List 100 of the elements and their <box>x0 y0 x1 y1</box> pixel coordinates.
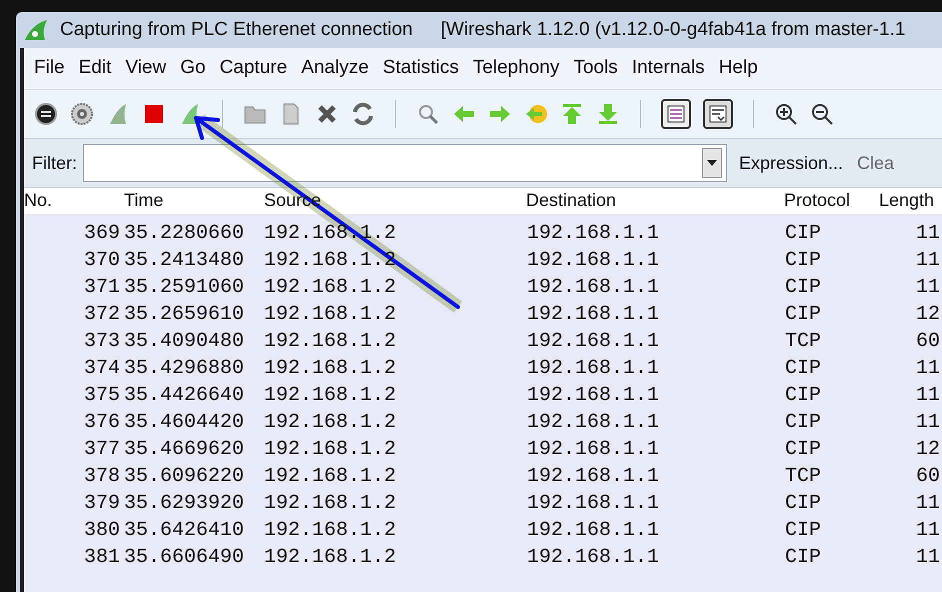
table-cell-text: 372 <box>82 302 121 328</box>
packet-row[interactable]: 376 35.4604420 192.168.1.2 192.168.1.1 CIP 11 <box>24 409 942 436</box>
table-cell-text: 35.4296880 <box>124 356 246 382</box>
menu-item[interactable]: File <box>34 54 65 83</box>
stop-icon[interactable] <box>142 102 166 126</box>
window-subtitle: [Wireshark 1.12.0 (v1.12.0-0-g4fab41a from master-1.1 <box>440 18 906 42</box>
table-cell-text: 369 <box>82 220 121 246</box>
packet-row[interactable]: 374 35.4296880 192.168.1.2 192.168.1.1 CIP 11 <box>24 355 942 382</box>
table-cell-text: CIP <box>785 356 822 382</box>
table-cell-text: CIP <box>785 410 822 436</box>
table-cell-text: 11 <box>914 490 940 516</box>
table-cell-text: 11 <box>914 274 940 300</box>
menu-item[interactable]: Statistics <box>382 54 459 83</box>
table-cell-text: 380 <box>82 518 121 544</box>
table-cell-text: 35.2591060 <box>124 274 246 300</box>
table-cell-text: 192.168.1.1 <box>527 436 660 462</box>
table-cell-text: 192.168.1.2 <box>264 328 398 354</box>
table-cell-text: 192.168.1.1 <box>527 328 660 354</box>
table-cell-text: 11 <box>914 410 940 436</box>
zoom-in-icon[interactable] <box>774 102 798 126</box>
packet-row[interactable]: 381 35.6606490 192.168.1.2 192.168.1.1 CIP 11 <box>24 544 942 571</box>
table-cell-text: 192.168.1.1 <box>527 410 660 436</box>
caret-icon <box>707 160 717 166</box>
packet-row[interactable]: 377 35.4669620 192.168.1.2 192.168.1.1 CIP 12 <box>24 436 942 463</box>
table-cell-text: 11 <box>914 356 940 382</box>
menu-item[interactable]: Capture <box>220 54 288 83</box>
table-cell-text: CIP <box>785 436 822 462</box>
packet-row[interactable]: 372 35.2659610 192.168.1.2 192.168.1.1 CIP 12 <box>24 301 942 328</box>
table-cell-text: 373 <box>82 328 121 354</box>
packet-row[interactable]: 375 35.4426640 192.168.1.2 192.168.1.1 CIP 11 <box>24 382 942 409</box>
menu-item[interactable]: View <box>125 54 166 83</box>
table-cell-text: 377 <box>82 436 121 462</box>
options-gear-icon[interactable] <box>70 102 94 126</box>
filter-field[interactable] <box>83 144 727 182</box>
menu-item[interactable]: Tools <box>573 54 618 83</box>
table-cell-text: 371 <box>82 274 121 300</box>
packet-row[interactable]: 379 35.6293920 192.168.1.2 192.168.1.1 CIP 11 <box>24 490 942 517</box>
table-cell-text: 192.168.1.2 <box>264 410 398 436</box>
expression-button[interactable]: Expression... <box>739 150 844 176</box>
search-icon[interactable] <box>416 102 440 126</box>
table-cell-text: 60 <box>914 464 940 490</box>
menu-item[interactable]: Telephony <box>472 54 560 83</box>
table-cell-text: 35.2280660 <box>124 220 246 246</box>
table-cell-text: 192.168.1.1 <box>527 220 660 246</box>
column-header[interactable]: Protocol <box>784 190 850 210</box>
table-cell-text: 192.168.1.2 <box>264 274 398 300</box>
packet-row[interactable]: 373 35.4090480 192.168.1.2 192.168.1.1 TCP 60 <box>24 328 942 355</box>
table-cell-text: 378 <box>82 464 121 490</box>
menu-item[interactable]: Help <box>718 54 758 83</box>
table-cell-text: 370 <box>82 248 121 274</box>
table-cell-text: 379 <box>82 490 121 516</box>
table-cell-text: 192.168.1.1 <box>527 544 660 570</box>
table-cell-text: 192.168.1.1 <box>527 302 660 328</box>
table-cell-text: 35.4426640 <box>124 382 246 408</box>
table-cell-text: 11 <box>914 382 940 408</box>
table-cell-text: 35.6293920 <box>124 490 246 516</box>
clear-button[interactable]: Clea <box>857 150 894 176</box>
table-cell-text: 12 <box>914 436 940 462</box>
table-cell-text: 192.168.1.2 <box>264 302 398 328</box>
packet-row[interactable]: 370 35.2413480 192.168.1.2 192.168.1.1 CIP 11 <box>24 247 942 274</box>
table-cell-text: 192.168.1.1 <box>527 518 660 544</box>
table-cell-text: 192.168.1.1 <box>527 248 660 274</box>
table-cell-text: 11 <box>914 248 940 274</box>
table-cell-text: TCP <box>785 328 822 354</box>
column-header[interactable]: Time <box>124 190 164 210</box>
colored-list-icon[interactable] <box>661 99 691 129</box>
table-cell-text: CIP <box>785 274 822 300</box>
table-cell-text: 192.168.1.2 <box>264 436 398 462</box>
table-cell-text: 192.168.1.2 <box>264 248 398 274</box>
packet-row[interactable]: 371 35.2591060 192.168.1.2 192.168.1.1 CIP 11 <box>24 274 942 301</box>
menu-item[interactable]: Go <box>180 54 206 83</box>
table-cell-text: CIP <box>785 544 822 570</box>
column-header[interactable]: Destination <box>526 190 616 210</box>
menu-item[interactable]: Edit <box>78 54 112 83</box>
table-cell-text: 35.4090480 <box>124 328 246 354</box>
table-cell-text: 35.6096220 <box>124 464 246 490</box>
column-header[interactable]: No. <box>24 190 52 210</box>
column-header[interactable]: Length <box>879 190 934 210</box>
table-cell-text: 11 <box>914 518 940 544</box>
interface-list-icon[interactable] <box>34 102 58 126</box>
table-cell-text: 192.168.1.1 <box>527 274 660 300</box>
table-cell-text: 192.168.1.2 <box>264 544 398 570</box>
dropdown-button[interactable] <box>702 148 722 178</box>
table-cell-text: CIP <box>785 490 822 516</box>
table-cell-text: 192.168.1.2 <box>264 464 398 490</box>
table-cell-text: 375 <box>82 382 121 408</box>
table-cell-text: 381 <box>82 544 121 570</box>
table-cell-text: 11 <box>914 544 940 570</box>
table-cell-text: 35.4604420 <box>124 410 246 436</box>
zoom-out-icon[interactable] <box>810 102 834 126</box>
menu-item[interactable]: Internals <box>632 54 705 83</box>
packet-row[interactable]: 380 35.6426410 192.168.1.2 192.168.1.1 CIP 11 <box>24 517 942 544</box>
table-cell-text: 192.168.1.1 <box>527 382 660 408</box>
table-cell-text: CIP <box>785 518 822 544</box>
menu-item[interactable]: Analyze <box>301 54 369 83</box>
table-cell-text: 35.6426410 <box>124 518 246 544</box>
reload-icon[interactable] <box>351 102 375 126</box>
packet-row[interactable]: 378 35.6096220 192.168.1.2 192.168.1.1 TCP 60 <box>24 463 942 490</box>
table-cell-text: 35.2413480 <box>124 248 246 274</box>
auto-scroll-icon[interactable] <box>703 99 733 129</box>
